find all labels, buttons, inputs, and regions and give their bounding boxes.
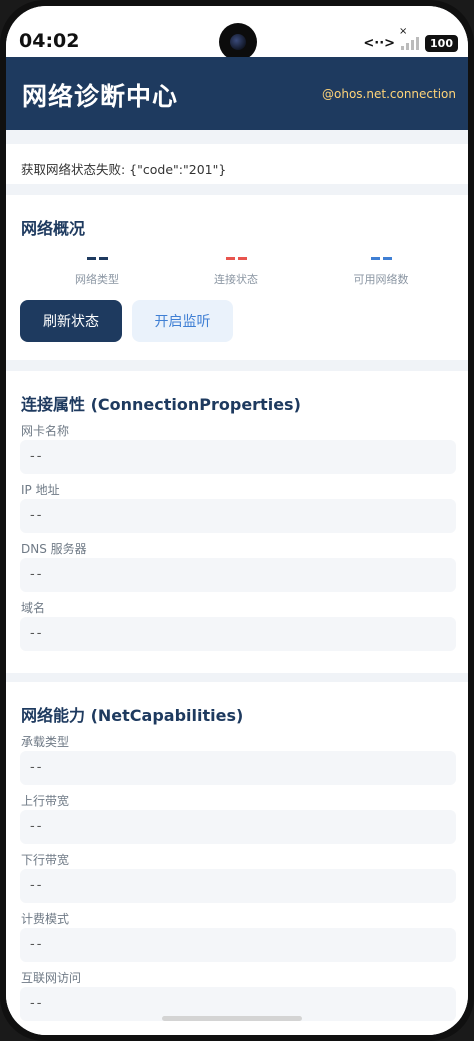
field-value-uplink-bandwidth: -- [20, 810, 456, 844]
overview-title: 网络概况 [21, 219, 86, 238]
overview-card: 网络概况 网络类型 连接状态 可用网络数 刷新状态 开启监听 [6, 195, 468, 360]
field-label-domain: 域名 [21, 601, 46, 615]
network-type-label: 网络类型 [75, 273, 119, 286]
refresh-button[interactable]: 刷新状态 [20, 300, 122, 342]
field-value-ip-address: -- [20, 499, 456, 533]
field-label-internet-access: 互联网访问 [21, 971, 82, 985]
network-type-value [37, 257, 157, 260]
available-networks-value [321, 257, 441, 260]
status-icons: <··> × 100 [363, 26, 458, 52]
front-camera [219, 23, 257, 61]
field-label-dns: DNS 服务器 [21, 542, 87, 556]
status-time: 04:02 [19, 30, 80, 52]
start-listening-button[interactable]: 开启监听 [132, 300, 233, 342]
field-value-domain: -- [20, 617, 456, 651]
app-header: 网络诊断中心 @ohos.net.connection [6, 57, 468, 130]
field-label-ip-address: IP 地址 [21, 483, 60, 497]
battery-icon: 100 [425, 34, 458, 52]
field-value-dns: -- [20, 558, 456, 592]
no-sim-x: × [399, 26, 408, 37]
connection-properties-card: 连接属性 (ConnectionProperties) 网卡名称 -- IP 地… [6, 371, 468, 673]
phone-frame: 04:02 <··> × 100 网络诊断中心 @ohos.net.connec… [0, 0, 474, 1041]
connection-status-value [176, 257, 296, 260]
field-label-downlink-bandwidth: 下行带宽 [21, 853, 70, 867]
field-value-downlink-bandwidth: -- [20, 869, 456, 903]
page-title: 网络诊断中心 [22, 82, 179, 111]
stat-available-networks: 可用网络数 [321, 257, 441, 287]
field-label-billing-mode: 计费模式 [21, 912, 70, 926]
stat-network-type: 网络类型 [37, 257, 157, 287]
error-message: 获取网络状态失败: {"code":"201"} [21, 162, 227, 177]
field-value-nic-name: -- [20, 440, 456, 474]
field-value-bearer-type: -- [20, 751, 456, 785]
connection-properties-title: 连接属性 (ConnectionProperties) [21, 395, 301, 414]
home-indicator[interactable] [162, 1016, 302, 1021]
module-tag: @ohos.net.connection [322, 87, 456, 101]
stat-connection-status: 连接状态 [176, 257, 296, 287]
net-capabilities-card: 网络能力 (NetCapabilities) 承载类型 -- 上行带宽 -- 下… [6, 682, 468, 1035]
field-label-uplink-bandwidth: 上行带宽 [21, 794, 70, 808]
status-bar: 04:02 <··> × 100 [6, 6, 468, 61]
field-label-nic-name: 网卡名称 [21, 424, 70, 438]
signal-icon [401, 36, 420, 50]
network-activity-icon: <··> [363, 35, 396, 51]
field-value-billing-mode: -- [20, 928, 456, 962]
net-capabilities-title: 网络能力 (NetCapabilities) [21, 706, 244, 725]
screen: 04:02 <··> × 100 网络诊断中心 @ohos.net.connec… [6, 6, 468, 1035]
connection-status-label: 连接状态 [214, 273, 258, 286]
error-card: 获取网络状态失败: {"code":"201"} [6, 144, 468, 184]
no-sim-icon: × [399, 26, 420, 50]
field-label-bearer-type: 承载类型 [21, 735, 70, 749]
available-networks-label: 可用网络数 [353, 273, 409, 286]
